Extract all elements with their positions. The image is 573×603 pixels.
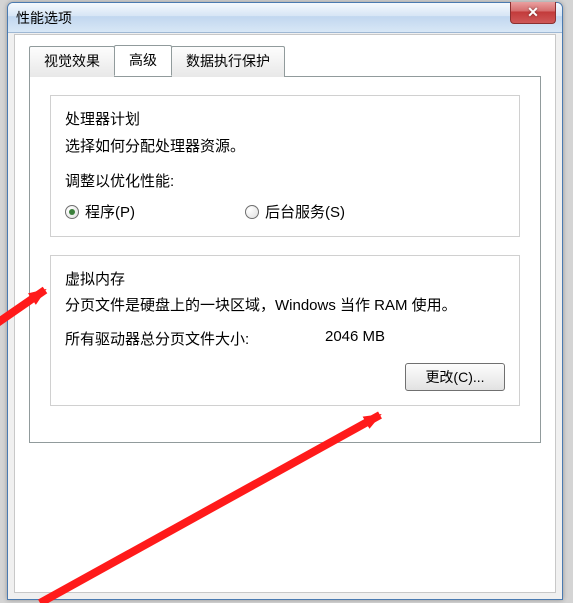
- tab-dep[interactable]: 数据执行保护: [171, 46, 285, 77]
- optimize-label: 调整以优化性能:: [65, 170, 505, 191]
- processor-scheduling-group: 处理器计划 选择如何分配处理器资源。 调整以优化性能: 程序(P) 后台服务(S…: [50, 95, 520, 237]
- tab-label: 数据执行保护: [186, 53, 270, 69]
- radio-label: 程序(P): [85, 201, 135, 222]
- close-icon: ✕: [527, 4, 539, 21]
- performance-options-window: 性能选项 ✕ 视觉效果 高级 数据执行保护 处理器计划 选择如何分配处理器资源。…: [7, 2, 563, 600]
- radio-label: 后台服务(S): [265, 201, 345, 222]
- close-button[interactable]: ✕: [510, 2, 556, 24]
- change-button[interactable]: 更改(C)...: [405, 363, 505, 391]
- radio-programs[interactable]: 程序(P): [65, 201, 135, 222]
- titlebar[interactable]: 性能选项 ✕: [8, 3, 562, 33]
- tab-label: 高级: [129, 52, 157, 68]
- vm-desc: 分页文件是硬盘上的一块区域，Windows 当作 RAM 使用。: [65, 295, 505, 316]
- tab-label: 视觉效果: [44, 53, 100, 69]
- processor-desc: 选择如何分配处理器资源。: [65, 135, 505, 156]
- tab-panel-advanced: 处理器计划 选择如何分配处理器资源。 调整以优化性能: 程序(P) 后台服务(S…: [29, 76, 541, 443]
- radio-background-services[interactable]: 后台服务(S): [245, 201, 345, 222]
- radio-icon: [245, 205, 259, 219]
- window-title: 性能选项: [16, 8, 72, 28]
- tab-strip: 视觉效果 高级 数据执行保护: [29, 45, 541, 76]
- content-area: 视觉效果 高级 数据执行保护 处理器计划 选择如何分配处理器资源。 调整以优化性…: [14, 34, 556, 593]
- vm-size-row: 所有驱动器总分页文件大小: 2046 MB: [65, 328, 505, 349]
- tab-advanced[interactable]: 高级: [114, 45, 172, 76]
- vm-size-label: 所有驱动器总分页文件大小:: [65, 328, 325, 349]
- change-row: 更改(C)...: [65, 363, 505, 391]
- radio-icon: [65, 205, 79, 219]
- vm-title: 虚拟内存: [65, 268, 505, 289]
- processor-title: 处理器计划: [65, 108, 505, 129]
- virtual-memory-group: 虚拟内存 分页文件是硬盘上的一块区域，Windows 当作 RAM 使用。 所有…: [50, 255, 520, 406]
- vm-size-value: 2046 MB: [325, 328, 385, 349]
- radio-row: 程序(P) 后台服务(S): [65, 201, 505, 222]
- button-label: 更改(C)...: [425, 369, 484, 385]
- tab-visual-effects[interactable]: 视觉效果: [29, 46, 115, 77]
